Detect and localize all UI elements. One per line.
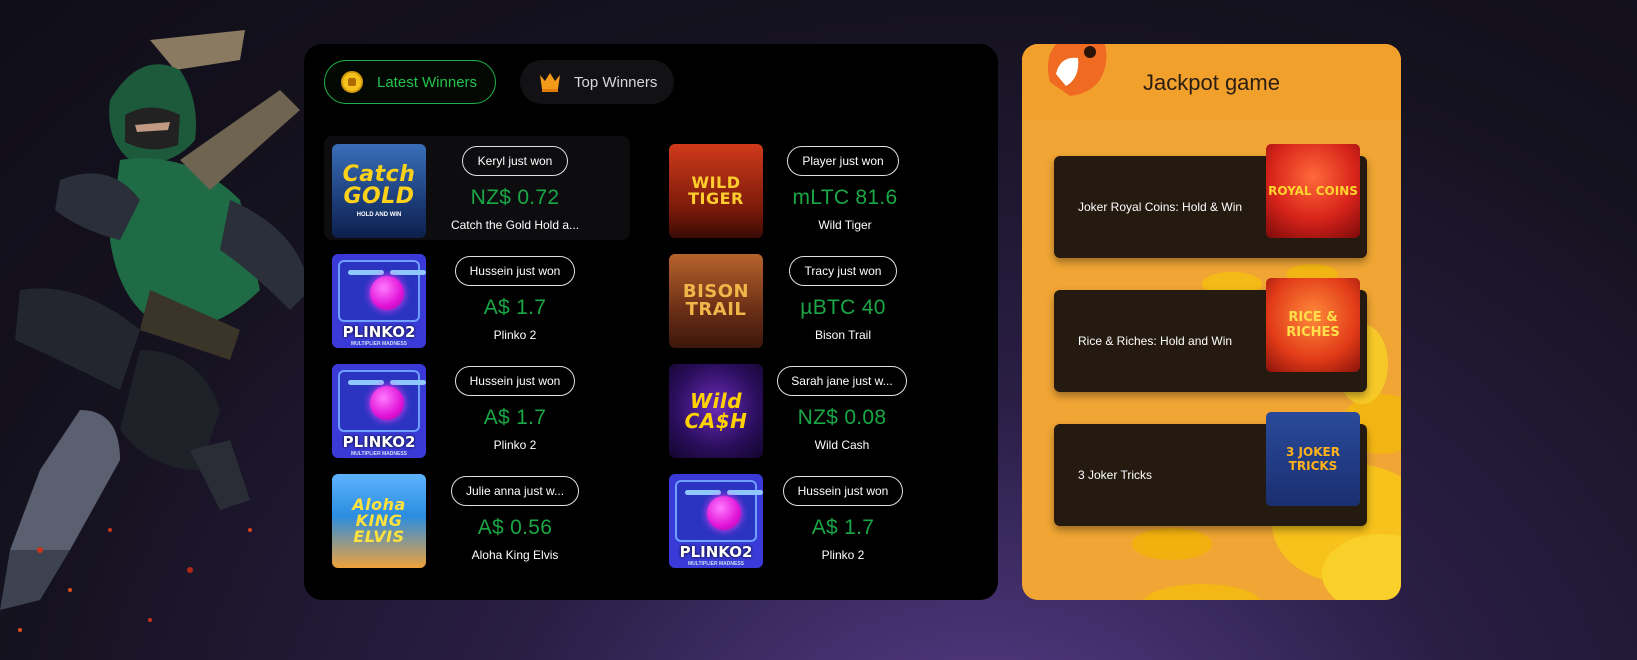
- winner-pill: Tracy just won: [789, 256, 897, 286]
- jackpot-game-item[interactable]: Rice & Riches: Hold and Win RICE & RICHE…: [1054, 278, 1367, 392]
- thumb-subtitle: MULTIPLIER MADNESS: [350, 341, 408, 347]
- ember-particles: [18, 528, 252, 632]
- win-amount: NZ$ 0.08: [797, 406, 887, 429]
- game-name[interactable]: Catch the Gold Hold a...: [430, 218, 600, 232]
- jackpot-game-item[interactable]: Joker Royal Coins: Hold & Win ROYAL COIN…: [1054, 144, 1367, 258]
- win-amount: A$ 1.7: [811, 516, 875, 539]
- jackpot-panel: Jackpot game Joker Royal Coins: Hold & W…: [1022, 44, 1401, 600]
- game-thumbnail[interactable]: PLINKO2 MULTIPLIER MADNESS: [332, 364, 426, 458]
- winner-card[interactable]: WILD TIGER Player just won mLTC 81.6 Wil…: [661, 136, 967, 240]
- thumb-title: PLINKO2: [342, 433, 416, 451]
- jackpot-game-thumbnail[interactable]: RICE & RICHES: [1266, 278, 1360, 372]
- game-name[interactable]: Wild Tiger: [760, 218, 930, 232]
- jackpot-game-item[interactable]: 3 Joker Tricks 3 JOKER TRICKS: [1054, 412, 1367, 526]
- game-name[interactable]: Aloha King Elvis: [430, 548, 600, 562]
- game-name[interactable]: Bison Trail: [758, 328, 928, 342]
- winner-pill: Hussein just won: [455, 366, 575, 396]
- game-name[interactable]: Wild Cash: [757, 438, 927, 452]
- winner-card[interactable]: Catch GOLD HOLD AND WIN Keryl just won N…: [324, 136, 630, 240]
- winner-card[interactable]: PLINKO2 MULTIPLIER MADNESS Hussein just …: [324, 246, 630, 350]
- winner-card[interactable]: PLINKO2 MULTIPLIER MADNESS Hussein just …: [661, 466, 967, 570]
- winners-panel: Latest Winners Top Winners Catch GOLD HO…: [304, 44, 998, 600]
- game-thumbnail[interactable]: Wild CA$H: [669, 364, 763, 458]
- thumb-subtitle: MULTIPLIER MADNESS: [687, 561, 745, 567]
- game-name[interactable]: Plinko 2: [430, 438, 600, 452]
- jackpot-game-thumbnail[interactable]: ROYAL COINS: [1266, 144, 1360, 238]
- thumb-title: RICE & RICHES: [1286, 310, 1340, 340]
- jackpot-game-thumbnail[interactable]: 3 JOKER TRICKS: [1266, 412, 1360, 506]
- winner-pill: Player just won: [787, 146, 899, 176]
- winner-card[interactable]: BISON TRAIL Tracy just won µBTC 40 Bison…: [661, 246, 967, 350]
- thumb-title: ROYAL COINS: [1268, 184, 1358, 198]
- thumb-title: 3 JOKER TRICKS: [1286, 445, 1340, 473]
- thumb-subtitle: HOLD AND WIN: [356, 212, 402, 218]
- winner-pill: Julie anna just w...: [451, 476, 579, 506]
- jackpot-game-name[interactable]: 3 Joker Tricks: [1078, 424, 1152, 526]
- winner-card[interactable]: Wild CA$H Sarah jane just w... NZ$ 0.08 …: [661, 356, 967, 460]
- win-amount: A$ 1.7: [483, 406, 547, 429]
- game-thumbnail[interactable]: Aloha KING ELVIS: [332, 474, 426, 568]
- coin-icon: [341, 71, 363, 93]
- thumb-title: PLINKO2: [342, 323, 416, 341]
- tab-latest-winners[interactable]: Latest Winners: [324, 60, 496, 104]
- jackpot-title: Jackpot game: [1143, 70, 1280, 95]
- game-thumbnail[interactable]: PLINKO2 MULTIPLIER MADNESS: [669, 474, 763, 568]
- winners-tabs: Latest Winners Top Winners: [324, 60, 674, 104]
- winner-pill: Hussein just won: [455, 256, 575, 286]
- thumb-title: WILD TIGER: [688, 173, 744, 208]
- tab-top-winners[interactable]: Top Winners: [520, 60, 674, 104]
- game-thumbnail[interactable]: WILD TIGER: [669, 144, 763, 238]
- winner-pill: Hussein just won: [783, 476, 903, 506]
- game-thumbnail[interactable]: BISON TRAIL: [669, 254, 763, 348]
- win-amount: NZ$ 0.72: [470, 186, 560, 209]
- winner-card[interactable]: PLINKO2 MULTIPLIER MADNESS Hussein just …: [324, 356, 630, 460]
- winner-pill: Sarah jane just w...: [777, 366, 907, 396]
- thumb-title: Aloha KING ELVIS: [352, 495, 406, 546]
- jackpot-game-name[interactable]: Rice & Riches: Hold and Win: [1078, 290, 1232, 392]
- winner-pill: Keryl just won: [462, 146, 568, 176]
- thumb-title: BISON TRAIL: [682, 281, 750, 320]
- crown-icon: [540, 73, 560, 92]
- thumb-title: Catch GOLD: [342, 162, 416, 209]
- game-thumbnail[interactable]: Catch GOLD HOLD AND WIN: [332, 144, 426, 238]
- win-amount: µBTC 40: [800, 296, 886, 319]
- game-name[interactable]: Plinko 2: [758, 548, 928, 562]
- tab-latest-winners-label: Latest Winners: [377, 73, 478, 91]
- win-amount: A$ 0.56: [477, 516, 553, 539]
- game-name[interactable]: Plinko 2: [430, 328, 600, 342]
- tab-top-winners-label: Top Winners: [574, 73, 658, 91]
- win-amount: mLTC 81.6: [792, 186, 898, 209]
- thumb-title: Wild CA$H: [684, 389, 748, 433]
- win-amount: A$ 1.7: [483, 296, 547, 319]
- thumb-subtitle: MULTIPLIER MADNESS: [350, 451, 408, 457]
- jackpot-game-name[interactable]: Joker Royal Coins: Hold & Win: [1078, 156, 1242, 258]
- thumb-title: PLINKO2: [679, 543, 753, 561]
- game-thumbnail[interactable]: PLINKO2 MULTIPLIER MADNESS: [332, 254, 426, 348]
- winner-card[interactable]: Aloha KING ELVIS Julie anna just w... A$…: [324, 466, 630, 570]
